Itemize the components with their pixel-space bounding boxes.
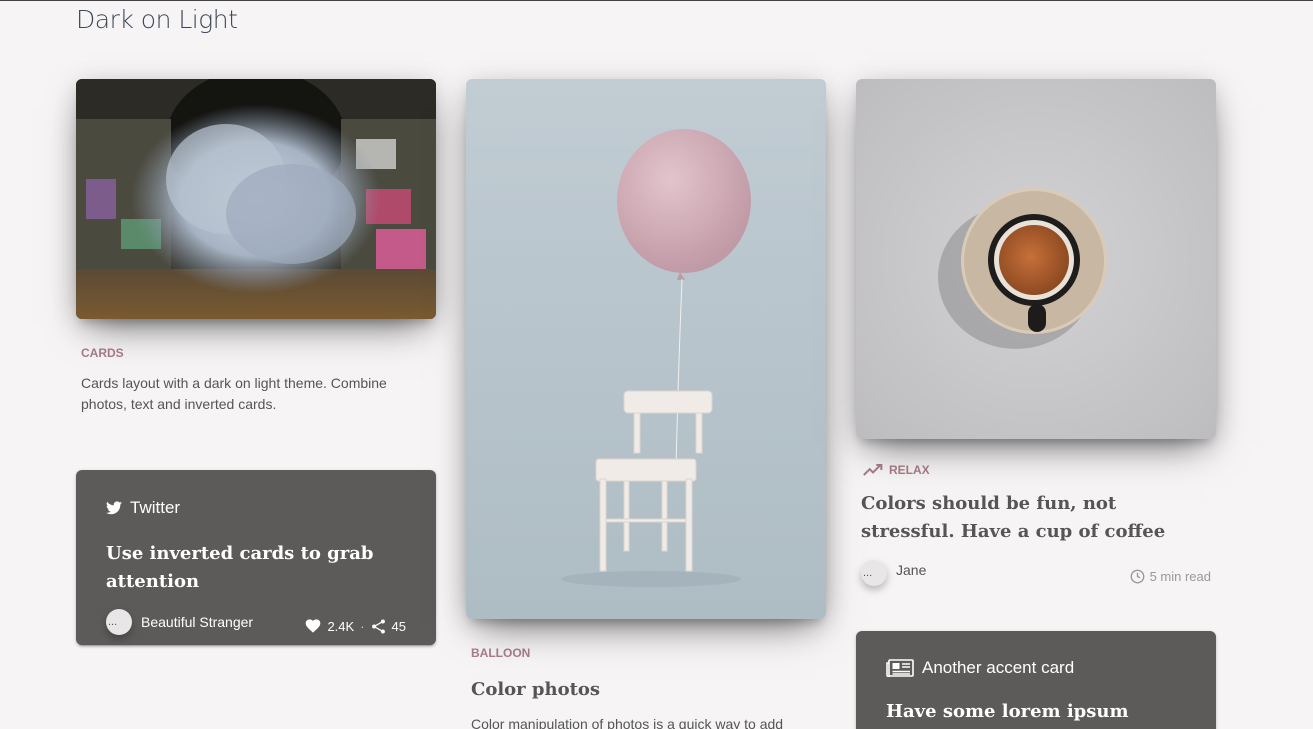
author-name[interactable]: Beautiful Stranger	[141, 614, 253, 630]
coffee-image-card[interactable]	[856, 79, 1216, 439]
trending-up-icon	[863, 463, 883, 477]
twitter-card[interactable]: Twitter Use inverted cards to grab atten…	[76, 470, 436, 645]
balloon-image-card[interactable]	[466, 79, 826, 619]
accent-card-header: Another accent card	[886, 658, 1186, 678]
card-category: RELAX	[856, 463, 1216, 477]
card-title[interactable]: Color photos	[466, 676, 826, 704]
avatar[interactable]: ...	[106, 609, 132, 635]
card-footer: ... Jane 5 min read	[856, 560, 1216, 586]
twitter-card-header: Twitter	[106, 498, 406, 518]
read-time: 5 min read	[1130, 569, 1211, 584]
heart-icon[interactable]	[305, 619, 321, 633]
read-time-label: 5 min read	[1149, 568, 1211, 584]
likes-count: 2.4K	[327, 618, 355, 634]
twitter-card-source: Twitter	[130, 498, 181, 517]
twitter-card-stats: 2.4K · 45	[305, 619, 406, 634]
page-title: Dark on Light	[76, 5, 238, 34]
avatar[interactable]: ...	[861, 560, 887, 586]
shares-count: 45	[391, 618, 406, 634]
author-name[interactable]: Jane	[896, 562, 926, 578]
twitter-icon	[106, 501, 122, 515]
column-1: CARDS Cards layout with a dark on light …	[76, 79, 436, 415]
twitter-card-title[interactable]: Use inverted cards to grab attention	[106, 540, 406, 596]
balloon-chair-photo	[466, 79, 826, 619]
card-category: BALLOON	[471, 646, 531, 660]
newspaper-icon	[886, 659, 914, 677]
category-label: RELAX	[889, 463, 930, 477]
coffee-cup-photo	[856, 79, 1216, 439]
card-description: Cards layout with a dark on light theme.…	[81, 375, 387, 412]
card-description: Color manipulation of photos is a quick …	[471, 716, 784, 729]
card-category: CARDS	[81, 346, 124, 360]
stats-separator: ·	[360, 618, 365, 634]
smoke-tunnel-photo	[76, 79, 436, 319]
share-icon[interactable]	[371, 619, 386, 634]
clock-icon	[1130, 569, 1145, 584]
accent-card-title[interactable]: Have some lorem ipsum	[886, 698, 1186, 726]
smoke-tunnel-image-card[interactable]	[76, 79, 436, 319]
twitter-card-footer: ... Beautiful Stranger 2.4K · 45	[106, 609, 406, 635]
card-title[interactable]: Colors should be fun, not stressful. Hav…	[856, 490, 1216, 546]
column-3: RELAX Colors should be fun, not stressfu…	[856, 79, 1216, 586]
column-2: BALLOON Color photos Color manipulation …	[466, 79, 826, 729]
accent-card-header-label: Another accent card	[922, 658, 1075, 677]
accent-card[interactable]: Another accent card Have some lorem ipsu…	[856, 631, 1216, 729]
